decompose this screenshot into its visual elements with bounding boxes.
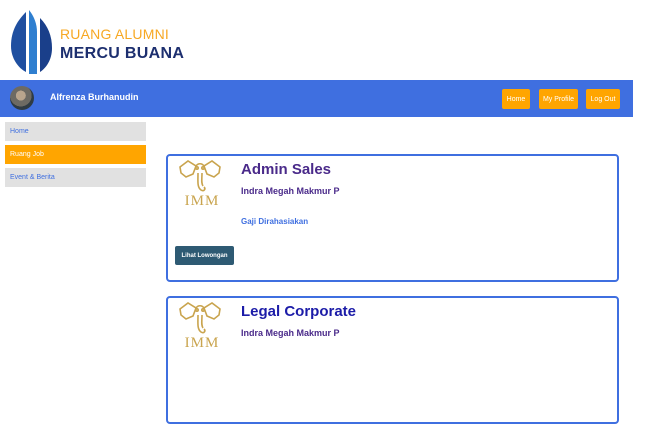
my-profile-button[interactable]: My Profile xyxy=(539,89,578,109)
log-out-button[interactable]: Log Out xyxy=(586,89,620,109)
company-logo: IMM xyxy=(176,157,224,217)
sidebar: Home Ruang Job Event & Berita xyxy=(5,122,146,191)
user-name: Alfrenza Burhanudin xyxy=(50,92,139,102)
brand: RUANG ALUMNI MERCU BUANA xyxy=(60,26,184,63)
logo-icon xyxy=(8,8,54,76)
avatar[interactable] xyxy=(10,86,34,110)
top-navbar: Alfrenza Burhanudin Home My Profile Log … xyxy=(0,80,633,117)
elephant-icon xyxy=(179,160,221,192)
company-logo: IMM xyxy=(176,299,224,359)
view-job-button[interactable]: Lihat Lowongan xyxy=(175,246,234,265)
job-title[interactable]: Admin Sales xyxy=(241,161,331,178)
salary-info: Gaji Dirahasiakan xyxy=(241,217,309,226)
sidebar-item-ruang-job[interactable]: Ruang Job xyxy=(5,145,146,164)
company-logo-text: IMM xyxy=(184,335,220,351)
company-name: Indra Megah Makmur P xyxy=(241,186,340,196)
company-logo-text: IMM xyxy=(184,193,220,209)
sidebar-item-home[interactable]: Home xyxy=(5,122,146,141)
elephant-icon xyxy=(179,302,221,334)
brand-subtitle: RUANG ALUMNI xyxy=(60,26,169,42)
sidebar-item-event-berita[interactable]: Event & Berita xyxy=(5,168,146,187)
job-title[interactable]: Legal Corporate xyxy=(241,303,356,320)
company-name: Indra Megah Makmur P xyxy=(241,328,340,338)
home-button[interactable]: Home xyxy=(502,89,530,109)
brand-title: MERCU BUANA xyxy=(60,45,185,62)
job-card: IMM Legal Corporate Indra Megah Makmur P xyxy=(166,296,619,424)
job-card: IMM Admin Sales Indra Megah Makmur P Gaj… xyxy=(166,154,619,282)
